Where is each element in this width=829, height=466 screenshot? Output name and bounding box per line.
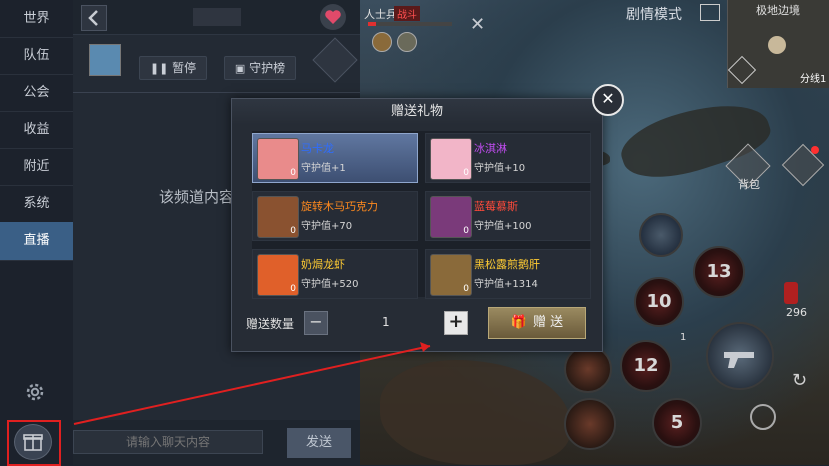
annotation-arrow: [73, 342, 431, 425]
